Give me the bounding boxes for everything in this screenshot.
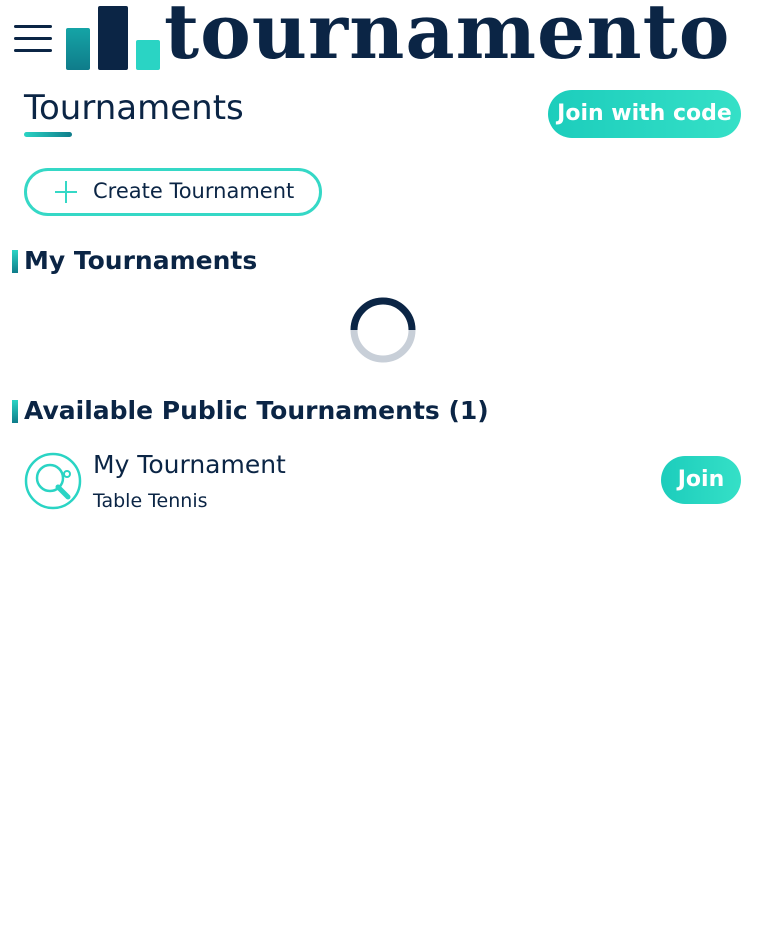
create-tournament-label: Create Tournament [93, 179, 295, 203]
logo-text: tournamento [164, 0, 731, 76]
join-with-code-button[interactable]: Join with code [548, 90, 741, 138]
page-title: Tournaments [24, 88, 244, 128]
plus-icon [55, 181, 77, 203]
my-tournaments-title: My Tournaments [24, 246, 258, 275]
create-tournament-button[interactable]: Create Tournament [24, 168, 322, 216]
section-accent-bar [12, 400, 18, 423]
section-accent-bar [12, 250, 18, 273]
logo-bars-icon [66, 6, 160, 70]
join-tournament-button[interactable]: Join [661, 456, 741, 504]
table-tennis-icon [24, 452, 82, 510]
public-tournaments-title: Available Public Tournaments (1) [24, 396, 489, 425]
tournament-list-item[interactable]: My Tournament Table Tennis Join [24, 450, 741, 516]
app-logo[interactable]: tournamento [66, 0, 761, 72]
tournament-name: My Tournament [93, 450, 286, 479]
hamburger-menu-icon[interactable] [12, 22, 52, 56]
loading-spinner-icon [350, 297, 416, 363]
title-underline [24, 132, 72, 137]
tournament-sport: Table Tennis [93, 490, 208, 512]
app-header: tournamento [0, 0, 765, 84]
